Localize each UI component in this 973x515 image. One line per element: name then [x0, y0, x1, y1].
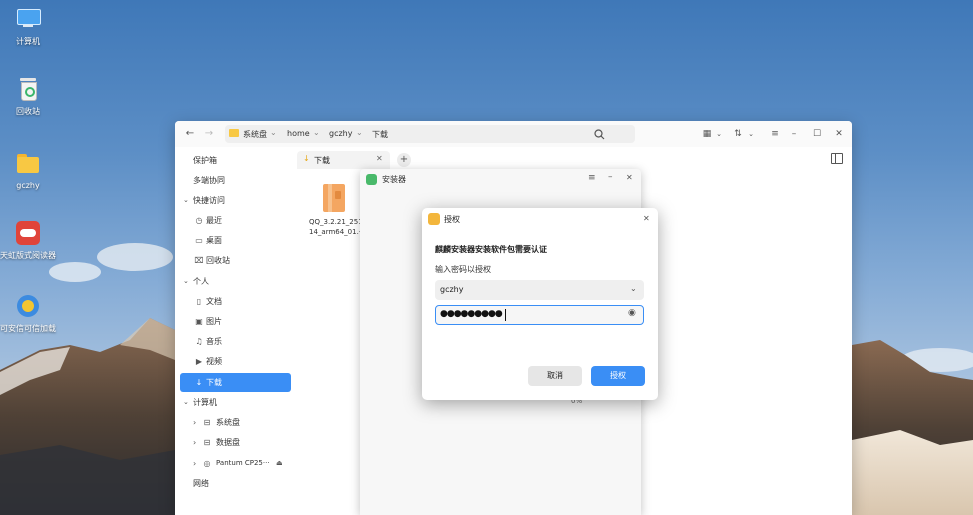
music-icon: ♫ [195, 337, 203, 346]
folder-icon [229, 129, 239, 137]
cancel-button[interactable]: 取消 [528, 366, 582, 386]
file-item-qq-package[interactable]: QQ_3.2.21_251 14_arm64_01.· [307, 182, 365, 242]
chevron-right-icon: › [193, 438, 197, 447]
package-icon [323, 184, 345, 212]
auth-heading: 麒麟安装器安装软件包需要认证 [435, 245, 547, 254]
view-grid-icon[interactable]: ▦ [701, 128, 713, 140]
chevron-down-icon[interactable]: ⌄ [356, 128, 363, 137]
chevron-down-icon: ⌄ [630, 284, 637, 293]
desktop-icon: ▭ [195, 236, 203, 245]
sidebar: 保护箱 多端协同 ⌄ 快捷访问 ◷ 最近 ▭ 桌面 ⌧ 回收站 ⌄ 个人 ▯ 文… [175, 147, 297, 515]
sidebar-item-downloads[interactable]: ↓ 下载 [180, 373, 291, 392]
auth-dialog: 授权 ✕ 麒麟安装器安装软件包需要认证 输入密码以授权 gczhy ⌄ ●●●●… [422, 208, 658, 400]
desktop-icon-security[interactable]: 可安信可信加载 [0, 293, 56, 334]
breadcrumb-item-downloads[interactable]: 下载 [372, 129, 388, 140]
split-view-icon[interactable] [831, 153, 843, 164]
sort-icon[interactable]: ⇅ [732, 128, 744, 140]
chevron-down-icon[interactable]: ⌄ [745, 128, 757, 140]
sidebar-header-personal[interactable]: ⌄ 个人 [180, 272, 291, 291]
sidebar-item-pictures[interactable]: ▣ 图片 [180, 312, 291, 331]
breadcrumb-item-home[interactable]: home [287, 129, 310, 138]
clock-icon: ◷ [195, 216, 203, 225]
chevron-right-icon: › [193, 459, 197, 468]
add-tab-button[interactable]: + [397, 153, 411, 167]
sidebar-item-multi-device[interactable]: 多端协同 [180, 171, 291, 190]
chevron-down-icon: ⌄ [183, 196, 189, 204]
reader-app-icon [15, 220, 41, 246]
close-icon[interactable]: ✕ [833, 128, 845, 140]
sidebar-item-safe-box[interactable]: 保护箱 [180, 151, 291, 170]
auth-app-icon [428, 213, 440, 225]
close-icon[interactable]: ✕ [626, 173, 633, 182]
desktop-icon-reader[interactable]: 天虹版式阅读器 [0, 220, 56, 261]
chevron-down-icon: ⌄ [183, 277, 189, 285]
breadcrumb-item-user[interactable]: gczhy [329, 129, 352, 138]
authorize-button[interactable]: 授权 [591, 366, 645, 386]
desktop-icon-gczhy-folder[interactable]: gczhy [0, 150, 56, 191]
sidebar-item-videos[interactable]: ▶ 视频 [180, 352, 291, 371]
sidebar-item-system-disk[interactable]: › ⊟ 系统盘 [180, 413, 291, 432]
text-cursor [505, 309, 506, 321]
password-input[interactable]: ●●●●●●●●● ◉ [435, 305, 644, 325]
installer-app-icon [366, 174, 377, 185]
eject-icon[interactable]: ⏏ [276, 454, 283, 473]
disk-icon: ⊟ [203, 418, 211, 427]
back-button[interactable]: ← [184, 128, 196, 140]
auth-prompt: 输入密码以授权 [435, 265, 491, 274]
chevron-down-icon[interactable]: ⌄ [713, 128, 725, 140]
disk-icon: ⊟ [203, 438, 211, 447]
minimize-icon[interactable]: – [608, 172, 613, 182]
tab-downloads[interactable]: ↓ 下载 ✕ [297, 151, 390, 169]
document-icon: ▯ [196, 297, 202, 306]
sidebar-item-network[interactable]: 网络 [180, 474, 291, 493]
close-icon[interactable]: ✕ [376, 154, 383, 163]
tab-bar: ↓ 下载 ✕ + [297, 147, 852, 171]
sidebar-item-trash[interactable]: ⌧ 回收站 [180, 251, 291, 270]
user-select[interactable]: gczhy ⌄ [435, 280, 644, 300]
close-icon[interactable]: ✕ [643, 214, 650, 223]
security-app-icon [15, 293, 41, 319]
installer-titlebar: 安装器 ≡ – ✕ [360, 169, 641, 189]
folder-icon [15, 150, 41, 176]
chevron-down-icon: ⌄ [183, 398, 189, 406]
sidebar-header-quick-access[interactable]: ⌄ 快捷访问 [180, 191, 291, 210]
search-icon[interactable] [594, 129, 605, 140]
download-icon: ↓ [195, 378, 203, 387]
optical-drive-icon: ◎ [203, 459, 211, 468]
sidebar-item-music[interactable]: ♫ 音乐 [180, 332, 291, 351]
video-icon: ▶ [195, 357, 203, 366]
file-manager-toolbar: ← → 系统盘 ⌄ home ⌄ gczhy ⌄ 下载 ▦ ⌄ ⇅ ⌄ ≡ – … [175, 121, 852, 147]
menu-icon[interactable]: ≡ [769, 128, 781, 140]
breadcrumb: 系统盘 ⌄ home ⌄ gczhy ⌄ 下载 [225, 125, 635, 143]
trash-icon [15, 76, 41, 102]
sidebar-item-documents[interactable]: ▯ 文档 [180, 292, 291, 311]
computer-icon [15, 6, 41, 32]
sidebar-item-data-disk[interactable]: › ⊟ 数据盘 [180, 433, 291, 452]
menu-icon[interactable]: ≡ [588, 173, 596, 183]
maximize-icon[interactable]: ☐ [811, 128, 823, 140]
sidebar-header-computer[interactable]: ⌄ 计算机 [180, 393, 291, 412]
minimize-icon[interactable]: – [788, 128, 800, 140]
forward-button[interactable]: → [203, 128, 215, 140]
download-icon: ↓ [303, 154, 310, 163]
chevron-down-icon[interactable]: ⌄ [313, 128, 320, 137]
chevron-down-icon[interactable]: ⌄ [270, 128, 277, 137]
sidebar-item-recent[interactable]: ◷ 最近 [180, 211, 291, 230]
picture-icon: ▣ [195, 317, 203, 326]
desktop-icon-trash[interactable]: 回收站 [0, 76, 56, 117]
sidebar-item-desktop[interactable]: ▭ 桌面 [180, 231, 291, 250]
sidebar-item-printer-drive[interactable]: › ◎ Pantum CP25··· ⏏ [180, 454, 291, 473]
eye-icon[interactable]: ◉ [628, 308, 636, 318]
breadcrumb-item-system-disk[interactable]: 系统盘 [243, 129, 267, 140]
chevron-right-icon: › [193, 418, 197, 427]
dialog-title: 授权 [444, 215, 460, 224]
desktop-icon-computer[interactable]: 计算机 [0, 6, 56, 47]
trash-icon: ⌧ [194, 256, 204, 265]
